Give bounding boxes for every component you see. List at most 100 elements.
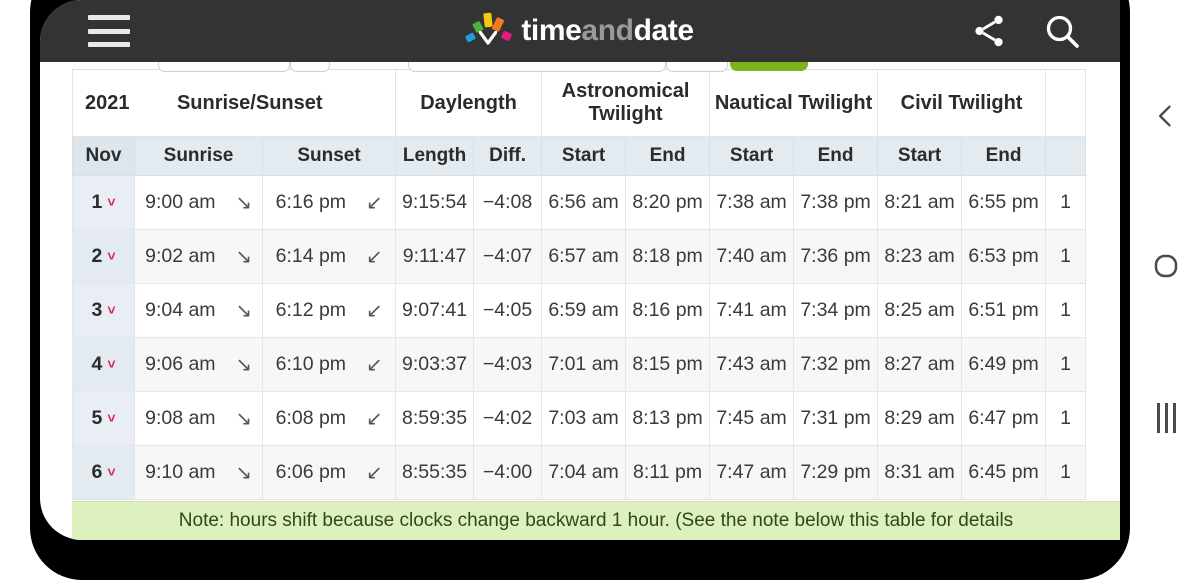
header-sunrise-sunset: Sunrise/Sunset [134, 69, 396, 137]
cell-partial: 1 [1045, 229, 1087, 284]
chevron-down-icon[interactable]: ˅ [107, 195, 115, 209]
cell-sunset: 6:08 pm ↙ [262, 391, 396, 446]
sunset-time: 6:14 pm [275, 245, 347, 267]
cell-nautical-start: 7:45 am [709, 391, 795, 446]
sunset-arrow-icon: ↙ [366, 245, 383, 268]
header-daylength: Daylength [394, 69, 543, 137]
sunrise-arrow-icon: ↘ [235, 299, 252, 322]
cell-day[interactable]: 4 ˅ [72, 337, 135, 392]
cell-daylength: 9:07:41 [394, 283, 475, 338]
hamburger-menu-icon[interactable] [88, 15, 130, 47]
circle-icon[interactable] [1148, 248, 1184, 284]
table-row[interactable]: 2 ˅ 9:02 am ↘ 6:14 pm ↙ 9:11:47 −4:07 6:57 am 8:1… [72, 229, 1087, 284]
logo-v-shape [479, 31, 498, 45]
phone-device-frame: timeanddate 2021 Sunrise/Sunset Daylengt… [30, 0, 1130, 580]
share-icon[interactable] [970, 12, 1008, 50]
cell-sunrise: 9:10 am ↘ [134, 445, 263, 500]
chevron-down-icon[interactable]: ˅ [107, 303, 115, 317]
subheader-diff[interactable]: Diff. [473, 136, 543, 176]
subheader-civil-end[interactable]: End [961, 136, 1047, 176]
cell-nautical-end: 7:34 pm [793, 283, 879, 338]
chevron-down-icon[interactable]: ˅ [107, 411, 115, 425]
subheader-astro-end[interactable]: End [625, 136, 711, 176]
cell-nautical-start: 7:40 am [709, 229, 795, 284]
chevron-down-icon[interactable]: ˅ [107, 249, 115, 263]
cell-partial: 1 [1045, 175, 1087, 230]
cell-nautical-start: 7:38 am [709, 175, 795, 230]
sunrise-arrow-icon: ↘ [235, 461, 252, 484]
cell-astro-end: 8:16 pm [625, 283, 711, 338]
cell-daylength: 8:55:35 [394, 445, 475, 500]
cell-day[interactable]: 6 ˅ [72, 445, 135, 500]
cell-sunrise: 9:04 am ↘ [134, 283, 263, 338]
cell-sunset: 6:14 pm ↙ [262, 229, 396, 284]
table-row[interactable]: 4 ˅ 9:06 am ↘ 6:10 pm ↙ 9:03:37 −4:03 7:01 am 8:1… [72, 337, 1087, 392]
cell-partial: 1 [1045, 283, 1087, 338]
cell-day[interactable]: 1 ˅ [72, 175, 135, 230]
cell-civil-start: 8:23 am [877, 229, 963, 284]
sunrise-arrow-icon: ↘ [235, 245, 252, 268]
cell-sunrise: 9:00 am ↘ [134, 175, 263, 230]
header-partial-column [1045, 69, 1087, 137]
cell-sunset: 6:12 pm ↙ [262, 283, 396, 338]
day-number: 5 [91, 407, 103, 429]
cell-civil-end: 6:51 pm [961, 283, 1047, 338]
chevron-down-icon[interactable]: ˅ [107, 357, 115, 371]
cell-day[interactable]: 5 ˅ [72, 391, 135, 446]
search-icon[interactable] [1042, 11, 1082, 51]
sunrise-time: 9:06 am [145, 353, 216, 375]
cell-day[interactable]: 2 ˅ [72, 229, 135, 284]
cell-nautical-end: 7:36 pm [793, 229, 879, 284]
chevron-down-icon[interactable]: ˅ [107, 465, 115, 479]
cell-astro-end: 8:15 pm [625, 337, 711, 392]
cell-civil-end: 6:55 pm [961, 175, 1047, 230]
cell-civil-end: 6:45 pm [961, 445, 1047, 500]
cell-sunrise: 9:06 am ↘ [134, 337, 263, 392]
subheader-month: Nov [72, 136, 135, 176]
cell-daylength: 9:11:47 [394, 229, 475, 284]
cell-day[interactable]: 3 ˅ [72, 283, 135, 338]
cell-civil-start: 8:27 am [877, 337, 963, 392]
timeanddate-logo-icon [465, 12, 513, 50]
sunrise-time: 9:02 am [145, 245, 216, 267]
cell-astro-start: 7:01 am [541, 337, 627, 392]
sunset-arrow-icon: ↙ [366, 353, 383, 376]
subheader-civil-start[interactable]: Start [877, 136, 963, 176]
table-row[interactable]: 1 ˅ 9:00 am ↘ 6:16 pm ↙ 9:15:54 −4:08 6:56 am 8:2… [72, 175, 1087, 230]
subheader-naut-start[interactable]: Start [709, 136, 795, 176]
logo-text-date: date [633, 14, 694, 47]
sunrise-arrow-icon: ↘ [235, 353, 252, 376]
table-row[interactable]: 5 ˅ 9:08 am ↘ 6:08 pm ↙ 8:59:35 −4:02 7:03 am 8:1… [72, 391, 1087, 446]
subheader-sunset[interactable]: Sunset [262, 136, 396, 176]
day-number: 1 [91, 191, 103, 213]
cell-partial: 1 [1045, 391, 1087, 446]
cell-astro-start: 7:03 am [541, 391, 627, 446]
table-row[interactable]: 3 ˅ 9:04 am ↘ 6:12 pm ↙ 9:07:41 −4:05 6:59 am 8:1… [72, 283, 1087, 338]
cell-nautical-end: 7:32 pm [793, 337, 879, 392]
header-astronomical-twilight: Astronomical Twilight [541, 69, 711, 137]
sunset-arrow-icon: ↙ [366, 299, 383, 322]
cell-daylength: 9:03:37 [394, 337, 475, 392]
cell-nautical-start: 7:43 am [709, 337, 795, 392]
sunset-time: 6:12 pm [275, 299, 347, 321]
chevron-left-icon[interactable] [1148, 98, 1184, 134]
subheader-sunrise[interactable]: Sunrise [134, 136, 263, 176]
subheader-astro-start[interactable]: Start [541, 136, 627, 176]
cell-nautical-end: 7:31 pm [793, 391, 879, 446]
sunset-arrow-icon: ↙ [366, 407, 383, 430]
cell-sunset: 6:10 pm ↙ [262, 337, 396, 392]
sun-table-container[interactable]: 2021 Sunrise/Sunset Daylength Astronomic… [72, 69, 1112, 500]
sunrise-time: 9:08 am [145, 407, 216, 429]
subheader-naut-end[interactable]: End [793, 136, 879, 176]
subheader-length[interactable]: Length [394, 136, 475, 176]
app-header-bar: timeanddate [40, 0, 1120, 62]
logo-wordmark: timeanddate [521, 14, 694, 47]
cell-civil-end: 6:49 pm [961, 337, 1047, 392]
sunrise-time: 9:10 am [145, 461, 216, 483]
vertical-bars-icon[interactable] [1148, 400, 1184, 436]
cell-civil-start: 8:21 am [877, 175, 963, 230]
table-subheader-row: Nov Sunrise Sunset Length Diff. Start En… [72, 136, 1087, 176]
cell-astro-end: 8:18 pm [625, 229, 711, 284]
table-row[interactable]: 6 ˅ 9:10 am ↘ 6:06 pm ↙ 8:55:35 −4:00 7:04 am 8:1… [72, 445, 1087, 500]
cell-astro-end: 8:13 pm [625, 391, 711, 446]
